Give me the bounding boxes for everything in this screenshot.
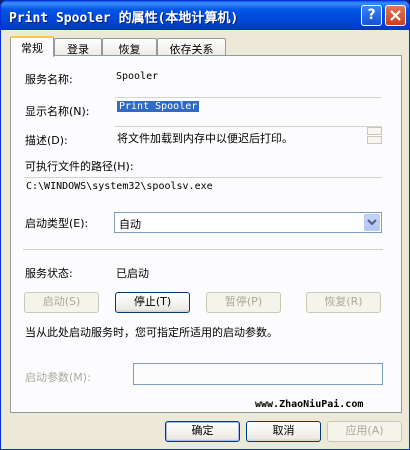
service-name-value: Spooler	[116, 71, 159, 82]
help-button[interactable]: ?	[361, 5, 382, 26]
window-title: Print Spooler 的属性(本地计算机)	[9, 11, 239, 26]
description-scroll-up[interactable]	[367, 127, 382, 135]
startup-type-label: 启动类型(E):	[25, 217, 89, 230]
cancel-button-label: 取消	[272, 424, 295, 437]
service-properties-dialog: Print Spooler 的属性(本地计算机) ? 常规 登录 恢复 依存关系…	[0, 0, 410, 450]
tab-general[interactable]: 常规	[10, 36, 54, 57]
apply-button-label: 应用(A)	[345, 424, 384, 437]
service-name-label: 服务名称:	[25, 73, 73, 86]
apply-button[interactable]: 应用(A)	[327, 421, 402, 442]
tab-logon[interactable]: 登录	[54, 38, 102, 56]
tab-label: 常规	[21, 42, 43, 55]
startup-type-combo[interactable]: 自动	[114, 212, 382, 233]
combo-arrow-button[interactable]	[364, 214, 380, 231]
tab-recovery[interactable]: 恢复	[102, 38, 157, 56]
help-icon: ?	[367, 7, 376, 23]
display-name-field[interactable]: Print Spooler	[114, 97, 382, 117]
exe-path-label: 可执行文件的路径(H):	[25, 160, 134, 173]
tab-dependencies[interactable]: 依存关系	[157, 38, 226, 56]
close-icon	[390, 10, 401, 21]
title-bar[interactable]: Print Spooler 的属性(本地计算机) ?	[1, 1, 409, 30]
close-button[interactable]	[385, 5, 406, 26]
resume-button-label: 恢复(R)	[324, 295, 363, 308]
start-button-label: 启动(S)	[42, 295, 81, 308]
ok-button[interactable]: 确定	[165, 421, 240, 442]
resume-button[interactable]: 恢复(R)	[306, 292, 381, 313]
pause-button-label: 暂停(P)	[224, 295, 263, 308]
description-field[interactable]: 将文件加载到内存中以便迟后打印。	[114, 126, 382, 146]
exe-path-value: C:\WINDOWS\system32\spoolsv.exe	[26, 181, 213, 192]
pause-button[interactable]: 暂停(P)	[206, 292, 281, 313]
separator	[23, 249, 383, 250]
description-scroll-down[interactable]	[367, 136, 382, 144]
start-button[interactable]: 启动(S)	[24, 292, 99, 313]
description-value: 将文件加载到内存中以便迟后打印。	[117, 132, 293, 145]
display-name-value: Print Spooler	[117, 101, 200, 112]
startup-type-value: 自动	[119, 218, 141, 231]
start-params-input[interactable]	[133, 363, 383, 385]
stop-button[interactable]: 停止(T)	[115, 292, 190, 313]
ok-button-label: 确定	[191, 424, 214, 437]
start-params-label: 启动参数(M):	[25, 371, 91, 384]
startup-hint-text: 当从此处启动服务时，您可指定所适用的启动参数。	[25, 326, 278, 339]
cancel-button[interactable]: 取消	[246, 421, 321, 442]
description-label: 描述(D):	[25, 134, 68, 147]
service-status-value: 已启动	[116, 267, 149, 280]
general-tab-panel: 服务名称: Spooler 显示名称(N): Print Spooler 描述(…	[10, 55, 402, 413]
chevron-down-icon	[367, 219, 377, 226]
watermark-text: www.ZhaoNiuPai.com	[255, 399, 364, 410]
stop-button-label: 停止(T)	[133, 295, 172, 308]
exe-path-field[interactable]: C:\WINDOWS\system32\spoolsv.exe	[23, 177, 383, 197]
service-status-label: 服务状态:	[25, 267, 73, 280]
display-name-label: 显示名称(N):	[25, 105, 90, 118]
